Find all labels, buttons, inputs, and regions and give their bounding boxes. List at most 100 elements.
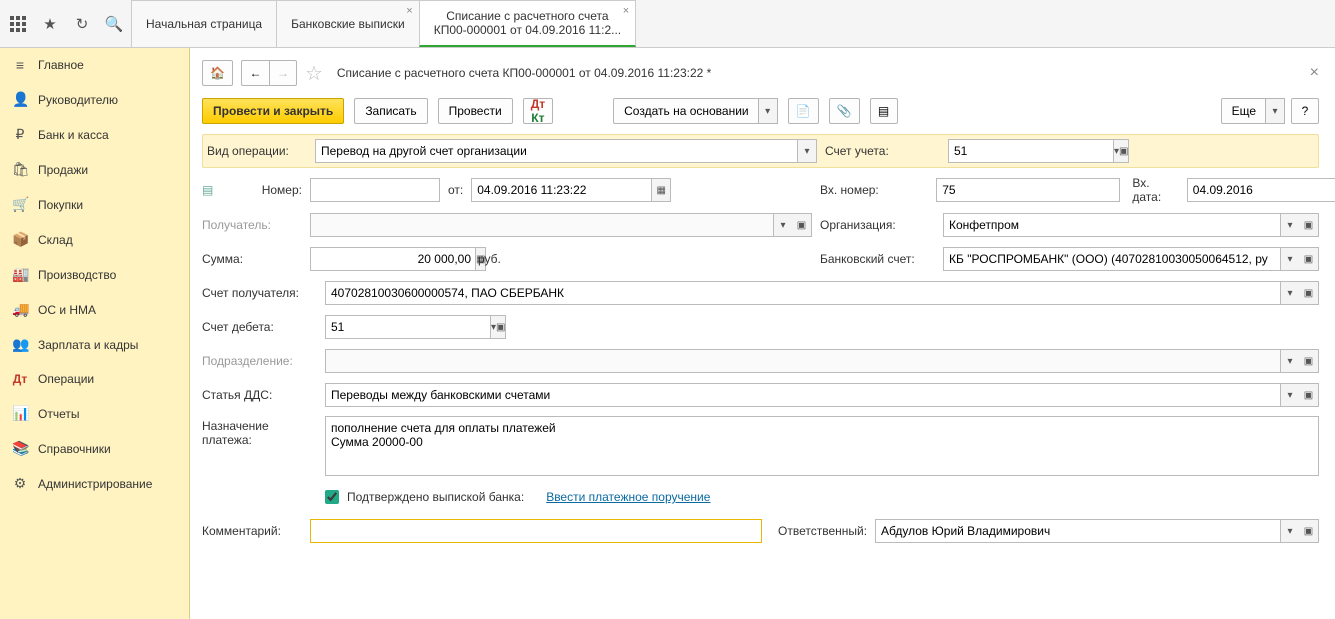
responsible-input[interactable] <box>875 519 1281 543</box>
row-purpose: Назначение платежа: <box>202 416 1319 476</box>
chevron-down-icon[interactable]: ▾ <box>1280 247 1300 271</box>
dtkt-button[interactable]: ДтКт <box>523 98 553 124</box>
comment-input[interactable] <box>310 519 762 543</box>
sidebar-item-sales[interactable]: 🛍Продажи <box>0 152 189 187</box>
search-icon[interactable]: 🔍 <box>104 14 124 34</box>
page-header: 🏠 ← → ☆ Списание с расчетного счета КП00… <box>202 60 1319 86</box>
row-number: ▤ Номер: от: ▦ Вх. номер: Вх. дата: ▦ <box>202 176 1319 204</box>
debit-acc-label: Счет дебета: <box>202 320 317 334</box>
sidebar-item-label: Продажи <box>38 163 88 177</box>
sidebar-item-production[interactable]: 🏭Производство <box>0 257 189 292</box>
in-date-input[interactable] <box>1187 178 1335 202</box>
bank-acc-input[interactable] <box>943 247 1281 271</box>
sidebar-item-fixed-assets[interactable]: 🚚ОС и НМА <box>0 292 189 327</box>
sidebar-item-label: Склад <box>38 233 73 247</box>
books-icon: 📚 <box>12 440 28 457</box>
open-icon[interactable]: ▣ <box>1119 139 1129 163</box>
home-button[interactable]: 🏠 <box>202 60 233 86</box>
in-number-label: Вх. номер: <box>820 183 928 197</box>
debit-acc-input[interactable] <box>325 315 491 339</box>
tab-payment-document[interactable]: × Списание с расчетного счета КП00-00000… <box>419 0 636 47</box>
date-input[interactable] <box>471 178 652 202</box>
save-button[interactable]: Записать <box>354 98 427 124</box>
sidebar-item-label: Производство <box>38 268 116 282</box>
sidebar-item-main[interactable]: ≡Главное <box>0 48 189 82</box>
back-button[interactable]: ← <box>241 60 269 86</box>
chevron-down-icon[interactable]: ▾ <box>1280 383 1300 407</box>
history-icon[interactable]: ↻ <box>72 14 92 34</box>
open-icon[interactable]: ▣ <box>496 315 506 339</box>
division-label: Подразделение: <box>202 354 317 368</box>
chevron-down-icon[interactable]: ▾ <box>1280 349 1300 373</box>
create-based-button[interactable]: Создать на основании ▾ <box>613 98 778 124</box>
sidebar-item-operations[interactable]: ДтОперации <box>0 362 189 396</box>
open-icon[interactable]: ▣ <box>1299 519 1319 543</box>
sidebar-item-catalogs[interactable]: 📚Справочники <box>0 431 189 466</box>
sidebar-item-reports[interactable]: 📊 Отчеты <box>0 396 189 431</box>
sidebar-item-label: Банк и касса <box>38 128 109 142</box>
sidebar-item-hr[interactable]: 👥Зарплата и кадры <box>0 327 189 362</box>
apps-icon[interactable] <box>8 14 28 34</box>
operation-type-input[interactable] <box>315 139 798 163</box>
close-icon[interactable]: × <box>623 5 629 17</box>
in-number-input[interactable] <box>936 178 1120 202</box>
gear-icon: ⚙ <box>12 475 28 492</box>
tab-start[interactable]: Начальная страница <box>131 0 277 47</box>
bank-acc-label: Банковский счет: <box>820 252 935 266</box>
box-icon: 📦 <box>12 231 28 248</box>
list-button[interactable]: ▤ <box>870 98 898 124</box>
close-icon[interactable]: × <box>1310 64 1319 82</box>
report-button[interactable]: 📄 <box>788 98 819 124</box>
sidebar-item-admin[interactable]: ⚙Администрирование <box>0 466 189 501</box>
account-label: Счет учета: <box>825 144 940 158</box>
dds-input[interactable] <box>325 383 1281 407</box>
comment-label: Комментарий: <box>202 524 302 538</box>
enter-payment-order-link[interactable]: Ввести платежное поручение <box>546 490 710 504</box>
favorite-star-icon[interactable]: ☆ <box>305 61 323 86</box>
open-icon[interactable]: ▣ <box>792 213 812 237</box>
purpose-textarea[interactable] <box>325 416 1319 476</box>
more-button[interactable]: Еще ▾ <box>1221 98 1285 124</box>
sum-label: Сумма: <box>202 252 302 266</box>
close-icon[interactable]: × <box>406 5 412 17</box>
sidebar-item-label: Покупки <box>38 198 83 212</box>
chevron-down-icon[interactable]: ▾ <box>1280 213 1300 237</box>
chart-icon: 📊 <box>12 405 28 422</box>
sum-input[interactable] <box>310 247 476 271</box>
row-debit-account: Счет дебета: ▾ ▣ <box>202 314 1319 340</box>
sidebar-item-label: Отчеты <box>38 407 79 421</box>
open-icon[interactable]: ▣ <box>1299 213 1319 237</box>
recipient-input[interactable] <box>310 213 774 237</box>
calendar-icon[interactable]: ▦ <box>651 178 671 202</box>
confirmed-label: Подтверждено выпиской банка: <box>347 490 524 504</box>
chevron-down-icon[interactable]: ▾ <box>773 213 793 237</box>
chevron-down-icon[interactable]: ▾ <box>797 139 817 163</box>
chevron-down-icon[interactable]: ▾ <box>1280 519 1300 543</box>
sidebar-item-manager[interactable]: 👤Руководителю <box>0 82 189 117</box>
open-icon[interactable]: ▣ <box>1299 247 1319 271</box>
confirmed-checkbox[interactable] <box>325 490 339 504</box>
post-and-close-button[interactable]: Провести и закрыть <box>202 98 344 124</box>
post-button[interactable]: Провести <box>438 98 513 124</box>
sidebar-item-bank[interactable]: ₽Банк и касса <box>0 117 189 152</box>
forward-button[interactable]: → <box>269 60 297 86</box>
open-icon[interactable]: ▣ <box>1299 383 1319 407</box>
sidebar: ≡Главное 👤Руководителю ₽Банк и касса 🛍Пр… <box>0 48 190 619</box>
open-icon[interactable]: ▣ <box>1299 349 1319 373</box>
attach-button[interactable]: 📎 <box>829 98 860 124</box>
chevron-down-icon[interactable]: ▾ <box>1280 281 1300 305</box>
account-input[interactable] <box>948 139 1114 163</box>
division-input[interactable] <box>325 349 1281 373</box>
star-icon[interactable]: ★ <box>40 14 60 34</box>
number-label: Номер: <box>226 183 302 197</box>
number-input[interactable] <box>310 178 440 202</box>
sidebar-item-purchases[interactable]: 🛒Покупки <box>0 187 189 222</box>
sidebar-item-warehouse[interactable]: 📦 Склад <box>0 222 189 257</box>
manager-icon: 👤 <box>12 91 28 108</box>
recip-acc-input[interactable] <box>325 281 1281 305</box>
open-icon[interactable]: ▣ <box>1299 281 1319 305</box>
dtkt-icon: Дт <box>12 371 28 387</box>
help-button[interactable]: ? <box>1291 98 1319 124</box>
tab-bank-statements[interactable]: × Банковские выписки <box>276 0 420 47</box>
org-input[interactable] <box>943 213 1281 237</box>
